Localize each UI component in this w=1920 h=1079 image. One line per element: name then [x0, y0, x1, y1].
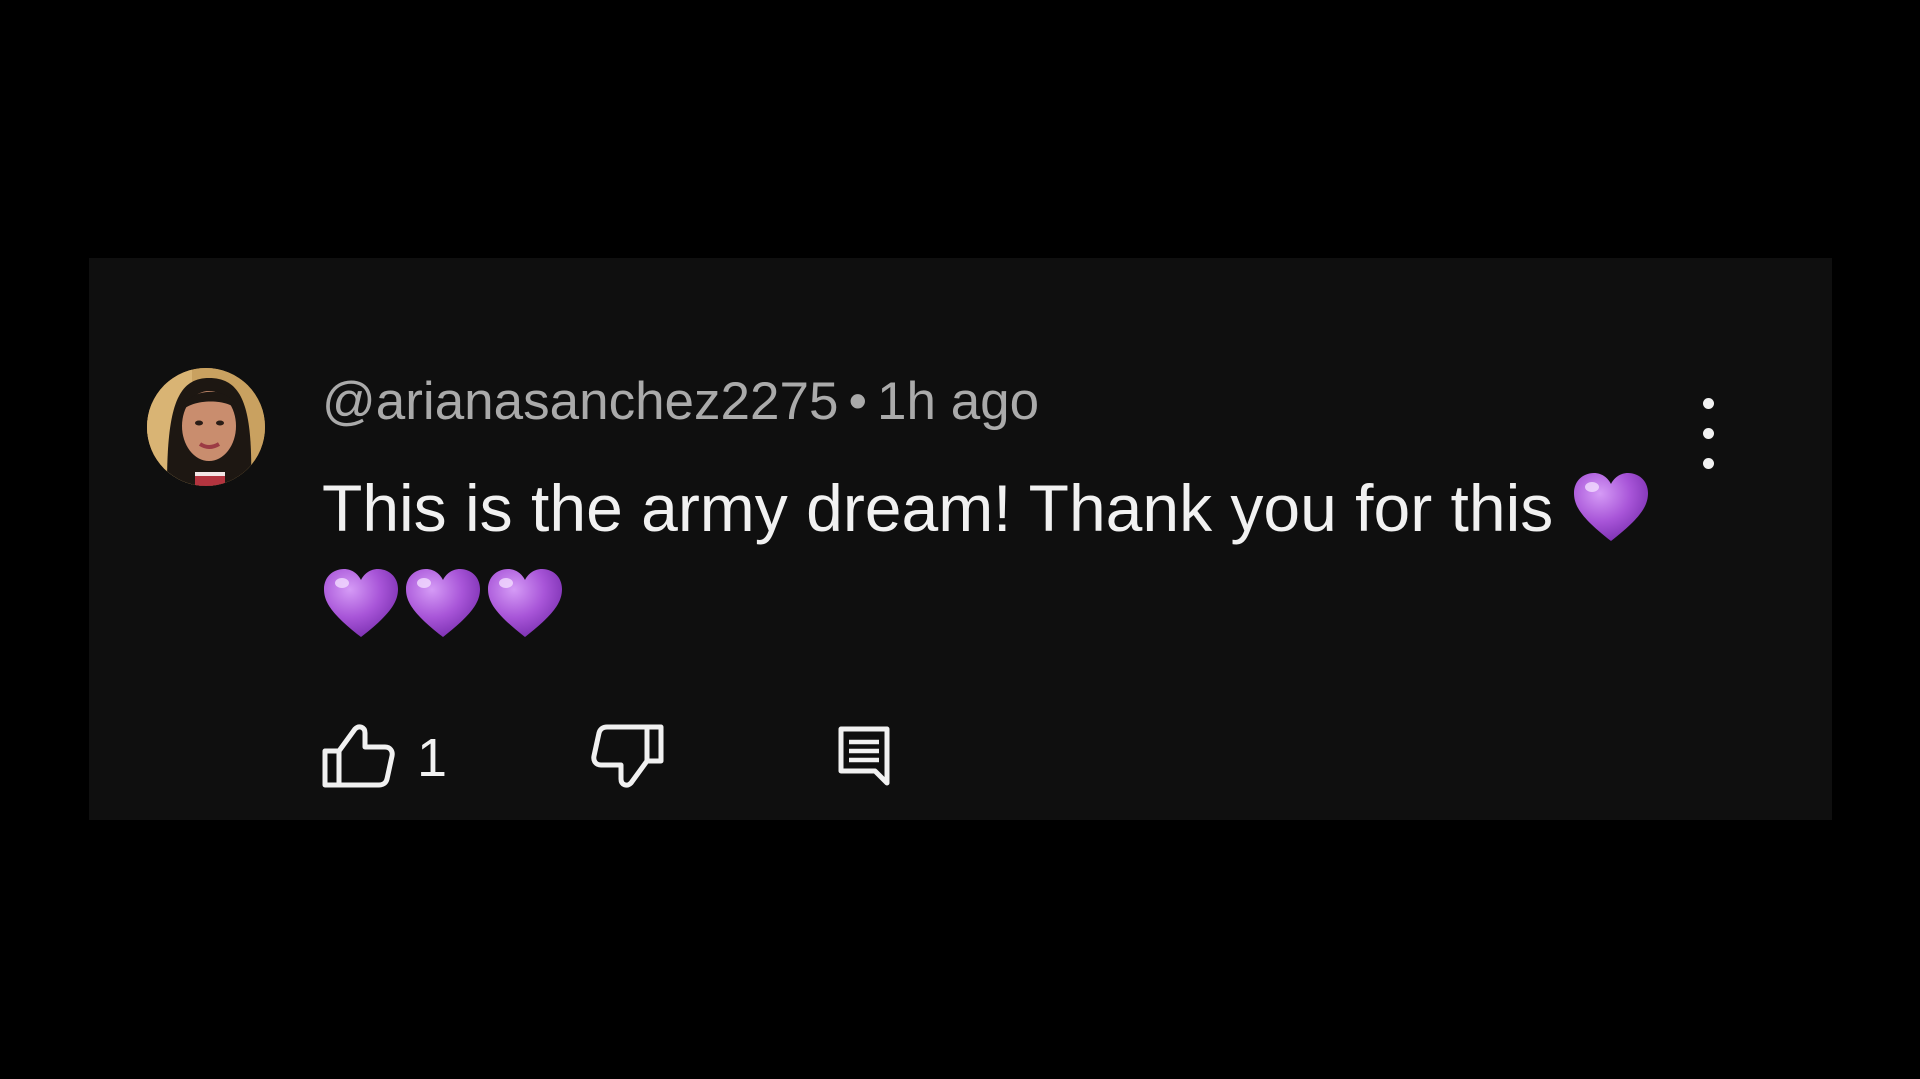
comment-author[interactable]: @arianasanchez2275: [322, 372, 838, 431]
header-separator: •: [848, 372, 868, 431]
comment-timestamp[interactable]: 1h ago: [877, 372, 1039, 431]
more-actions-button[interactable]: [1689, 396, 1729, 472]
purple-heart-icon: [1572, 471, 1650, 543]
more-vertical-icon-dot: [1703, 398, 1714, 409]
comment-text-content: This is the army dream! Thank you for th…: [322, 471, 1554, 545]
like-button[interactable]: 1: [321, 718, 447, 798]
like-count: 1: [417, 728, 448, 788]
comment-header: @arianasanchez2275 • 1h ago: [322, 370, 1039, 434]
purple-heart-icon: [486, 567, 564, 639]
purple-heart-icon: [322, 567, 400, 639]
purple-heart-icon: [404, 567, 482, 639]
avatar-image: [147, 368, 265, 486]
comment-card: @arianasanchez2275 • 1h ago This is the ar…: [89, 258, 1832, 820]
more-vertical-icon-dot: [1703, 428, 1714, 439]
more-vertical-icon-dot: [1703, 458, 1714, 469]
screen: @arianasanchez2275 • 1h ago This is the ar…: [0, 0, 1920, 1079]
thumbs-down-icon: [591, 723, 665, 794]
reply-button[interactable]: [837, 718, 891, 798]
comment-text: This is the army dream! Thank you for th…: [322, 460, 1702, 652]
thumbs-up-icon: [321, 723, 395, 794]
reply-comment-icon: [837, 725, 891, 792]
dislike-button[interactable]: [591, 718, 665, 798]
avatar[interactable]: [147, 368, 265, 486]
